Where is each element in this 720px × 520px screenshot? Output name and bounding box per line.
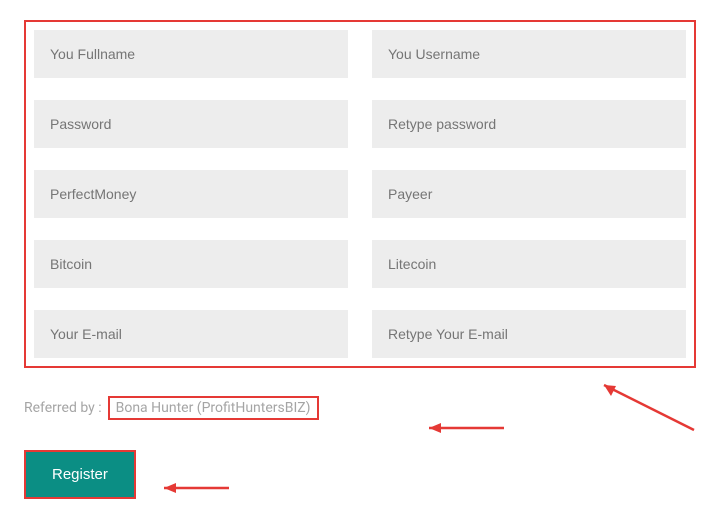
register-button[interactable]: Register — [24, 450, 136, 499]
referral-row: Referred by : Bona Hunter (ProfitHunters… — [24, 396, 696, 420]
referral-value: Bona Hunter (ProfitHuntersBIZ) — [108, 396, 319, 420]
username-field[interactable] — [372, 30, 686, 78]
annotation-arrow-referral — [419, 418, 509, 438]
retype-password-field[interactable] — [372, 100, 686, 148]
email-field[interactable] — [34, 310, 348, 358]
password-field[interactable] — [34, 100, 348, 148]
perfectmoney-field[interactable] — [34, 170, 348, 218]
bitcoin-field[interactable] — [34, 240, 348, 288]
referral-label: Referred by : — [24, 400, 102, 416]
form-grid — [24, 20, 696, 368]
payeer-field[interactable] — [372, 170, 686, 218]
retype-email-field[interactable] — [372, 310, 686, 358]
annotation-arrow-register — [154, 478, 234, 498]
registration-form-wrapper: Referred by : Bona Hunter (ProfitHunters… — [24, 20, 696, 499]
fullname-field[interactable] — [34, 30, 348, 78]
litecoin-field[interactable] — [372, 240, 686, 288]
